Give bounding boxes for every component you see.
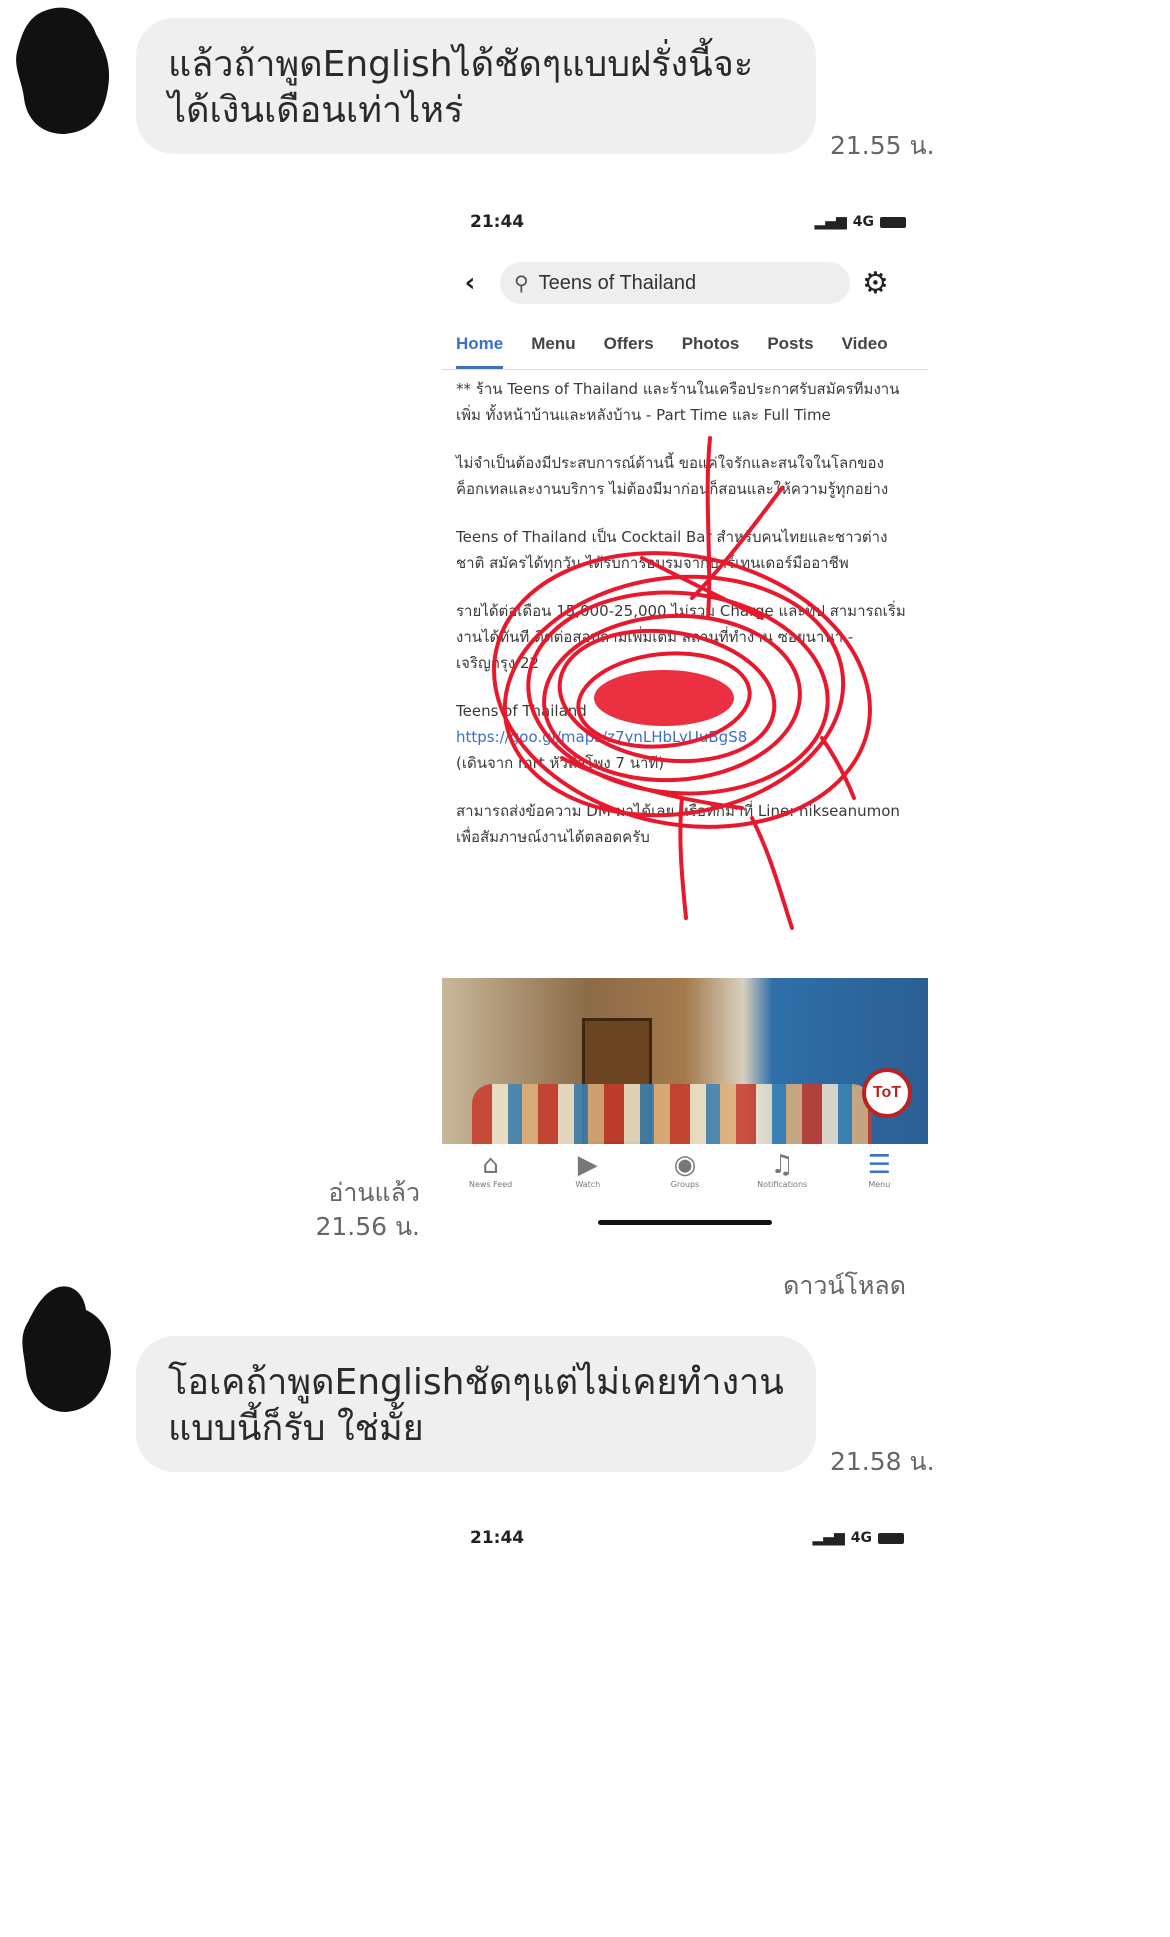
nav-item-watch[interactable]: ▶ Watch bbox=[543, 1150, 633, 1210]
incoming-message-bubble[interactable]: โอเคถ้าพูดEnglishชัดๆแต่ไม่เคยทำงานแบบนี… bbox=[136, 1336, 816, 1472]
nav-item-menu[interactable]: ☰ Menu bbox=[834, 1150, 924, 1210]
nav-item-news-feed[interactable]: ⌂ News Feed bbox=[446, 1150, 536, 1210]
search-text: Teens of Thailand bbox=[538, 271, 697, 294]
page-cover-photo[interactable]: ToT bbox=[442, 978, 928, 1144]
avatar-silhouette-icon bbox=[16, 7, 110, 135]
post-paragraph: ** ร้าน Teens of Thailand และร้านในเครือ… bbox=[456, 380, 900, 424]
walk-note: (เดินจาก mrt หัวลำโพง 7 นาที) bbox=[456, 754, 665, 772]
sent-timestamp: 21.56 น. bbox=[315, 1212, 420, 1241]
network-label: 4G bbox=[850, 1530, 872, 1546]
message-text: แล้วถ้าพูดEnglishได้ชัดๆแบบฝรั่งนี้จะได้… bbox=[168, 44, 754, 131]
avatar[interactable] bbox=[14, 1282, 119, 1412]
nav-item-groups[interactable]: ◉ Groups bbox=[640, 1150, 730, 1210]
post-paragraph: รายได้ต่อเดือน 15,000-25,000 ไม่รวม Char… bbox=[456, 602, 906, 672]
post-paragraph: ไม่จำเป็นต้องมีประสบการณ์ด้านนี้ ขอแค่ใจ… bbox=[456, 454, 889, 498]
post-body: ** ร้าน Teens of Thailand และร้านในเครือ… bbox=[456, 376, 912, 872]
avatar-silhouette-icon bbox=[22, 1286, 111, 1412]
message-text: โอเคถ้าพูดEnglishชัดๆแต่ไม่เคยทำงานแบบนี… bbox=[168, 1362, 784, 1449]
nav-label: Watch bbox=[575, 1180, 601, 1189]
read-label: อ่านแล้ว bbox=[328, 1178, 420, 1207]
nav-item-notifications[interactable]: ♫ Notifications bbox=[737, 1150, 827, 1210]
gear-icon[interactable]: ⚙ bbox=[862, 266, 889, 301]
status-clock: 21:44 bbox=[470, 1528, 525, 1548]
tab-offers[interactable]: Offers bbox=[604, 320, 654, 369]
read-receipt: อ่านแล้ว 21.56 น. bbox=[315, 1176, 420, 1244]
tab-photos[interactable]: Photos bbox=[682, 320, 740, 369]
home-indicator bbox=[598, 1220, 772, 1225]
incoming-message-bubble[interactable]: แล้วถ้าพูดEnglishได้ชัดๆแบบฝรั่งนี้จะได้… bbox=[136, 18, 816, 154]
location-name: Teens of Thailand bbox=[456, 702, 587, 720]
battery-icon bbox=[880, 216, 906, 228]
home-icon: ⌂ bbox=[482, 1150, 499, 1180]
network-label: 4G bbox=[852, 214, 874, 230]
search-row: ‹ ⚲ Teens of Thailand ⚙ bbox=[442, 260, 928, 306]
tab-posts[interactable]: Posts bbox=[767, 320, 813, 369]
brand-logo: ToT bbox=[862, 1068, 912, 1118]
bottom-nav: ⌂ News Feed ▶ Watch ◉ Groups ♫ Notificat… bbox=[442, 1150, 928, 1210]
map-link[interactable]: https://goo.gl/maps/z7ynLHbLyUuBgS8 bbox=[456, 728, 747, 746]
next-screenshot-status-bar: 21:44 ▂▄▆ 4G bbox=[470, 1528, 904, 1548]
signal-icon: ▂▄▆ bbox=[812, 1530, 845, 1546]
tab-home[interactable]: Home bbox=[456, 320, 504, 369]
download-link[interactable]: ดาวน์โหลด bbox=[783, 1266, 906, 1306]
signal-icon: ▂▄▆ bbox=[814, 214, 847, 230]
post-paragraph: Teens of Thailand เป็น Cocktail Bar สำหร… bbox=[456, 528, 888, 572]
nav-label: Menu bbox=[868, 1180, 891, 1189]
contact-paragraph: สามารถส่งข้อความ DM มาได้เลย หรือทักมาที… bbox=[456, 802, 900, 846]
search-icon: ⚲ bbox=[514, 271, 529, 295]
shared-screenshot-image[interactable]: 21:44 ▂▄▆ 4G ‹ ⚲ Teens of Thailand ⚙ Hom… bbox=[442, 198, 928, 1240]
nav-label: News Feed bbox=[468, 1180, 513, 1189]
tab-video[interactable]: Video bbox=[842, 320, 888, 369]
menu-icon: ☰ bbox=[867, 1150, 891, 1180]
location-block: Teens of Thailand https://goo.gl/maps/z7… bbox=[456, 698, 912, 776]
message-timestamp: 21.55 น. bbox=[830, 131, 935, 160]
message-timestamp: 21.58 น. bbox=[830, 1447, 935, 1476]
search-input[interactable]: ⚲ Teens of Thailand bbox=[500, 262, 850, 304]
status-clock: 21:44 bbox=[470, 212, 525, 232]
groups-icon: ◉ bbox=[673, 1150, 697, 1180]
battery-icon bbox=[878, 1532, 904, 1544]
back-arrow-icon[interactable]: ‹ bbox=[450, 268, 490, 298]
status-bar: 21:44 ▂▄▆ 4G bbox=[470, 212, 906, 232]
bell-icon: ♫ bbox=[770, 1150, 794, 1180]
watch-icon: ▶ bbox=[577, 1150, 598, 1180]
avatar[interactable] bbox=[8, 4, 113, 135]
page-tabs: Home Menu Offers Photos Posts Video bbox=[442, 320, 928, 370]
nav-label: Notifications bbox=[757, 1180, 808, 1189]
tab-menu[interactable]: Menu bbox=[531, 320, 575, 369]
nav-label: Groups bbox=[670, 1180, 700, 1189]
photo-people bbox=[472, 1084, 872, 1144]
